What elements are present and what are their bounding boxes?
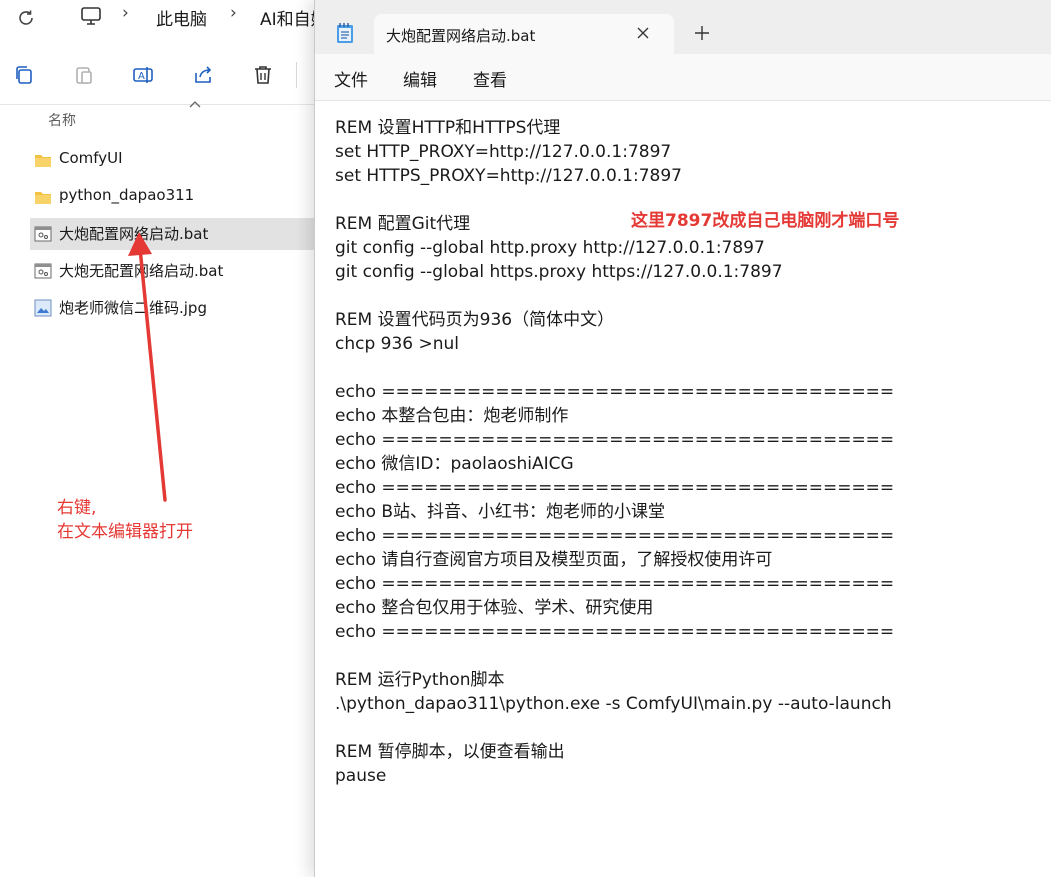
menu-edit[interactable]: 编辑	[401, 64, 439, 93]
text-line: echo ===================================…	[335, 382, 895, 402]
text-line	[335, 644, 1035, 668]
text-line: echo ===================================…	[335, 622, 895, 642]
text-line: chcp 936 >nul	[335, 334, 460, 354]
text-line	[335, 716, 1035, 740]
annotation-note-right: 这里7897改成自己电脑刚才端口号	[631, 211, 900, 231]
close-icon[interactable]	[637, 27, 649, 39]
annotation-note-left: 右键, 在文本编辑器打开	[57, 496, 193, 544]
text-line: echo 微信ID：paolaoshiAICG	[335, 454, 574, 474]
text-line: echo 本整合包由：炮老师制作	[335, 406, 569, 426]
menu-view[interactable]: 查看	[471, 64, 509, 93]
text-line: .\python_dapao311\python.exe -s ComfyUI\…	[335, 694, 892, 714]
plus-icon[interactable]	[695, 26, 709, 40]
text-line: echo B站、抖音、小红书：炮老师的小课堂	[335, 502, 666, 522]
text-line: echo ===================================…	[335, 526, 895, 546]
text-line: REM 暂停脚本，以便查看输出	[335, 742, 565, 762]
text-line: echo ===================================…	[335, 430, 895, 450]
text-line: git config --global https.proxy https://…	[335, 262, 783, 282]
tab-active[interactable]: 大炮配置网络启动.bat	[374, 14, 674, 54]
text-line: REM 设置代码页为936（简体中文）	[335, 310, 615, 330]
text-line: set HTTP_PROXY=http://127.0.0.1:7897	[335, 142, 672, 162]
text-line: echo ===================================…	[335, 574, 895, 594]
text-line: git config --global http.proxy http://12…	[335, 238, 765, 258]
title-bar: 大炮配置网络启动.bat	[315, 0, 1051, 54]
notepad-window: 大炮配置网络启动.bat 文件 编辑 查看 REM 设置HTTP和HTTPS代理…	[314, 0, 1051, 877]
text-line: REM 运行Python脚本	[335, 670, 505, 690]
text-line: pause	[335, 766, 387, 786]
text-line	[335, 356, 1035, 380]
menu-file[interactable]: 文件	[332, 64, 370, 93]
text-line: echo 请自行查阅官方项目及模型页面，了解授权使用许可	[335, 550, 773, 570]
text-line: REM 设置HTTP和HTTPS代理	[335, 118, 561, 138]
annotation-line: 在文本编辑器打开	[57, 522, 193, 542]
text-line	[335, 284, 1035, 308]
text-line: set HTTPS_PROXY=http://127.0.0.1:7897	[335, 166, 682, 186]
annotation-line: 右键,	[57, 498, 97, 518]
text-line: echo 整合包仅用于体验、学术、研究使用	[335, 598, 654, 618]
red-annotation-arrow	[128, 232, 167, 502]
text-line: echo ===================================…	[335, 478, 895, 498]
menu-bar: 文件 编辑 查看	[315, 54, 1051, 101]
tab-title: 大炮配置网络启动.bat	[386, 27, 536, 45]
notepad-app-icon	[337, 23, 353, 43]
